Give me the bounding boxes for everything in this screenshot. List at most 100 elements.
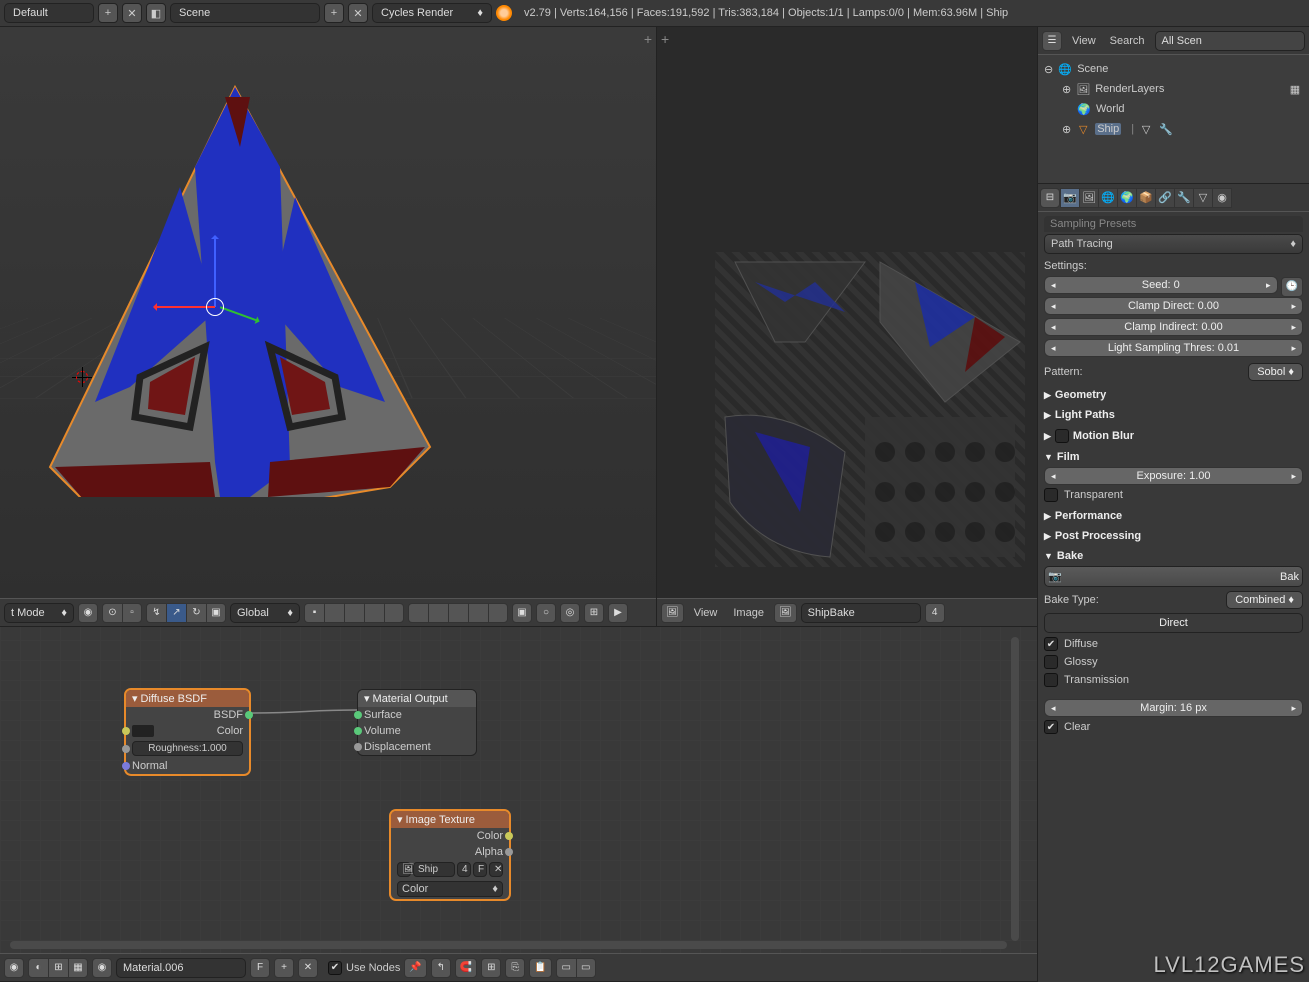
texture-tree-button[interactable]: ▦	[68, 958, 88, 978]
properties-type-icon[interactable]: ⊟	[1040, 188, 1060, 208]
opengl-render-button[interactable]: ▶	[608, 603, 628, 623]
ship-mesh[interactable]	[40, 67, 440, 497]
pattern-dropdown[interactable]: Sobol ♦	[1248, 363, 1303, 381]
mesh-data-icon[interactable]: ▽	[1138, 121, 1154, 137]
diffuse-checkbox[interactable]: ✔	[1044, 637, 1058, 651]
remove-layout-button[interactable]: ✕	[122, 3, 142, 23]
tree-world[interactable]: 🌍World	[1062, 99, 1303, 119]
pin-button[interactable]: 📌	[404, 958, 426, 978]
imgtex-fakeuser[interactable]: F	[473, 862, 487, 877]
tree-ship[interactable]: ⊕▽Ship|▽🔧	[1062, 119, 1303, 139]
direct-button[interactable]: Direct	[1044, 613, 1303, 633]
tab-render-layers[interactable]: 🖼	[1079, 188, 1099, 208]
viewport-expand-icon[interactable]: +	[644, 31, 652, 47]
material-browse-button[interactable]: ◉	[92, 958, 112, 978]
material-name-field[interactable]: Material.006	[116, 958, 246, 978]
use-nodes-toggle[interactable]: ✔Use Nodes	[328, 961, 400, 975]
imgtex-users[interactable]: 4	[457, 862, 471, 877]
renderlayer-restrict-icon[interactable]: ▦	[1287, 81, 1303, 97]
tab-scene[interactable]: 🌐	[1098, 188, 1118, 208]
remove-scene-button[interactable]: ✕	[348, 3, 368, 23]
layers-group-1[interactable]: ▪	[304, 603, 404, 623]
tab-material[interactable]: ◉	[1212, 188, 1232, 208]
exposure-field[interactable]: ◂Exposure: 1.00▸	[1044, 467, 1303, 485]
outliner-filter-dropdown[interactable]: All Scen	[1155, 31, 1305, 51]
margin-field[interactable]: ◂Margin: 16 px▸	[1044, 699, 1303, 717]
tab-constraints[interactable]: 🔗	[1155, 188, 1175, 208]
modifier-icon[interactable]: 🔧	[1158, 121, 1174, 137]
compositor-tree-button[interactable]: ⊞	[48, 958, 68, 978]
light-sampling-threshold-field[interactable]: ◂Light Sampling Thres: 0.01▸	[1044, 339, 1303, 357]
node-scrollbar[interactable]	[1011, 637, 1019, 941]
seed-clock-button[interactable]: 🕒	[1281, 277, 1303, 297]
imgtex-unlink[interactable]: ✕	[489, 862, 503, 877]
add-layout-button[interactable]: +	[98, 3, 118, 23]
tab-world[interactable]: 🌍	[1117, 188, 1137, 208]
tree-scene[interactable]: ⊖🌐Scene	[1044, 59, 1303, 79]
transparent-checkbox[interactable]	[1044, 488, 1058, 502]
imgtex-colorspace[interactable]: Color ♦	[397, 881, 503, 897]
snap-toggle[interactable]: ○	[536, 603, 556, 623]
panel-motion-blur[interactable]: ▶Motion Blur	[1044, 425, 1303, 447]
scene-browse-button[interactable]: ◧	[146, 3, 166, 23]
imgtex-name[interactable]: Ship	[413, 862, 455, 877]
backdrop-zoom-button[interactable]: ▭	[576, 958, 596, 978]
tab-object[interactable]: 📦	[1136, 188, 1156, 208]
uv-expand-icon[interactable]: +	[661, 31, 669, 47]
backdrop-button[interactable]: ▭	[556, 958, 576, 978]
layers-group-2[interactable]	[408, 603, 508, 623]
manipulator-scale[interactable]: ▣	[206, 603, 226, 623]
uv-image-menu[interactable]: Image	[727, 607, 770, 619]
layout-dropdown[interactable]: Default	[4, 3, 94, 23]
panel-post-processing[interactable]: ▶Post Processing	[1044, 526, 1303, 546]
add-scene-button[interactable]: +	[324, 3, 344, 23]
viewport-shading-button[interactable]: ◉	[78, 603, 98, 623]
image-browse-button[interactable]: 🖼	[774, 603, 797, 623]
mode-dropdown[interactable]: t Mode♦	[4, 603, 74, 623]
uv-image-editor[interactable]: +	[657, 27, 1037, 626]
uv-editor-type-icon[interactable]: 🖼	[661, 603, 684, 623]
imgtex-browse[interactable]: 🖼	[397, 862, 411, 877]
clamp-direct-field[interactable]: ◂Clamp Direct: 0.00▸	[1044, 297, 1303, 315]
outliner-type-icon[interactable]: ☰	[1042, 31, 1062, 51]
go-parent-button[interactable]: ↰	[431, 958, 451, 978]
snap-type-button[interactable]: ◎	[560, 603, 580, 623]
panel-bake[interactable]: ▼Bake	[1044, 546, 1303, 566]
tree-renderlayers[interactable]: ⊕🖼RenderLayers▦	[1062, 79, 1303, 99]
render-border-button[interactable]: ⊞	[584, 603, 604, 623]
uv-view-menu[interactable]: View	[688, 607, 724, 619]
sampling-presets-header[interactable]: Sampling Presets	[1044, 216, 1303, 232]
copy-nodes-button[interactable]: ⎘	[505, 958, 525, 978]
panel-film[interactable]: ▼Film	[1044, 447, 1303, 467]
roughness-field[interactable]: Roughness:1.000	[132, 741, 243, 756]
tab-render[interactable]: 📷	[1060, 188, 1080, 208]
image-users-button[interactable]: 4	[925, 603, 945, 623]
3d-viewport[interactable]: +	[0, 27, 657, 626]
node-editor[interactable]: ▾Diffuse BSDF BSDF Color Roughness:1.000…	[0, 627, 1037, 982]
seed-field[interactable]: ◂Seed: 0▸	[1044, 276, 1278, 294]
orientation-dropdown[interactable]: Global♦	[230, 603, 300, 623]
outliner-tree[interactable]: ⊖🌐Scene ⊕🖼RenderLayers▦ 🌍World ⊕▽Ship|▽🔧	[1038, 55, 1309, 183]
node-image-texture[interactable]: ▾Image Texture Color Alpha 🖼 Ship 4 F ✕ …	[390, 810, 510, 900]
shader-tree-button[interactable]: ◐	[28, 958, 48, 978]
outliner-view-menu[interactable]: View	[1068, 35, 1100, 47]
panel-performance[interactable]: ▶Performance	[1044, 506, 1303, 526]
transmission-checkbox[interactable]	[1044, 673, 1058, 687]
clear-checkbox[interactable]: ✔	[1044, 720, 1058, 734]
tab-modifiers[interactable]: 🔧	[1174, 188, 1194, 208]
bake-button[interactable]: 📷Bak	[1044, 566, 1303, 587]
pivot-button[interactable]: ⊙	[102, 603, 122, 623]
motion-blur-checkbox[interactable]	[1055, 429, 1069, 443]
render-engine-dropdown[interactable]: Cycles Render♦	[372, 3, 492, 23]
pivot-sub-button[interactable]: ▫	[122, 603, 142, 623]
outliner-search-menu[interactable]: Search	[1106, 35, 1149, 47]
manipulator-translate[interactable]: ↗	[166, 603, 186, 623]
node-editor-type-icon[interactable]: ◉	[4, 958, 24, 978]
glossy-checkbox[interactable]	[1044, 655, 1058, 669]
material-unlink-button[interactable]: ✕	[298, 958, 318, 978]
snap-node-button[interactable]: 🧲	[455, 958, 477, 978]
lock-camera-button[interactable]: ▣	[512, 603, 532, 623]
tab-data[interactable]: ▽	[1193, 188, 1213, 208]
node-material-output[interactable]: ▾Material Output Surface Volume Displace…	[357, 689, 477, 756]
node-diffuse-bsdf[interactable]: ▾Diffuse BSDF BSDF Color Roughness:1.000…	[125, 689, 250, 775]
